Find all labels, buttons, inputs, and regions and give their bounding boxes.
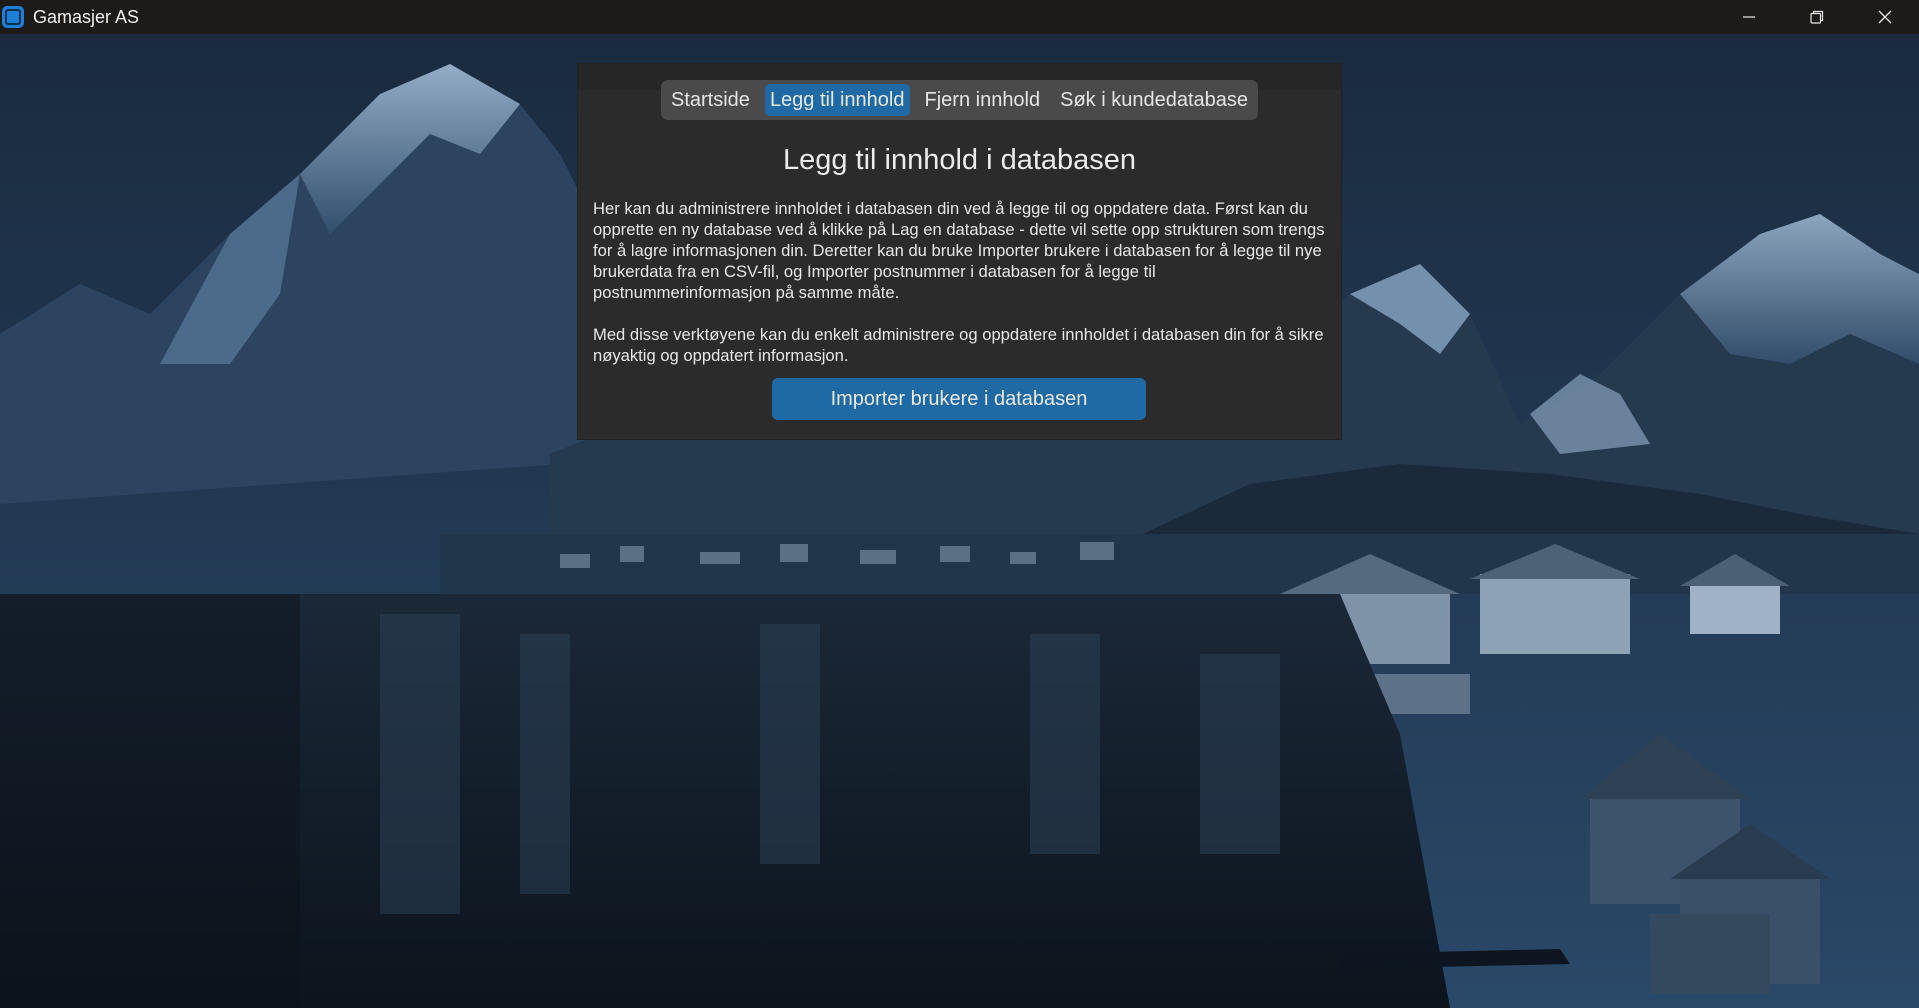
restore-icon (1810, 10, 1824, 24)
description-paragraph-1: Her kan du administrere innholdet i data… (593, 199, 1325, 302)
page-title: Legg til innhold i databasen (782, 144, 1137, 176)
app-logo-icon (2, 6, 24, 28)
description-paragraph-2: Med disse verktøyene kan du enkelt admin… (593, 325, 1324, 365)
tab-bar: Startside Legg til innhold Fjern innhold… (661, 80, 1258, 120)
tab-legg-til-innhold[interactable]: Legg til innhold (764, 84, 910, 116)
minimize-icon (1743, 16, 1755, 18)
close-button[interactable] (1851, 0, 1919, 34)
content-panel: Startside Legg til innhold Fjern innhold… (578, 64, 1341, 439)
description-text: Her kan du administrere innholdet i data… (593, 198, 1333, 387)
tab-fjern-innhold[interactable]: Fjern innhold (920, 84, 1046, 116)
minimize-button[interactable] (1715, 0, 1783, 34)
window-titlebar: Gamasjer AS (0, 0, 1919, 34)
tab-startside[interactable]: Startside (666, 84, 755, 116)
window-title: Gamasjer AS (33, 6, 140, 27)
restore-button[interactable] (1783, 0, 1851, 34)
import-users-button[interactable]: Importer brukere i databasen (772, 378, 1146, 420)
tab-sok-i-kundedatabase[interactable]: Søk i kundedatabase (1055, 84, 1253, 116)
close-icon (1878, 10, 1892, 24)
window-controls (1715, 0, 1919, 34)
